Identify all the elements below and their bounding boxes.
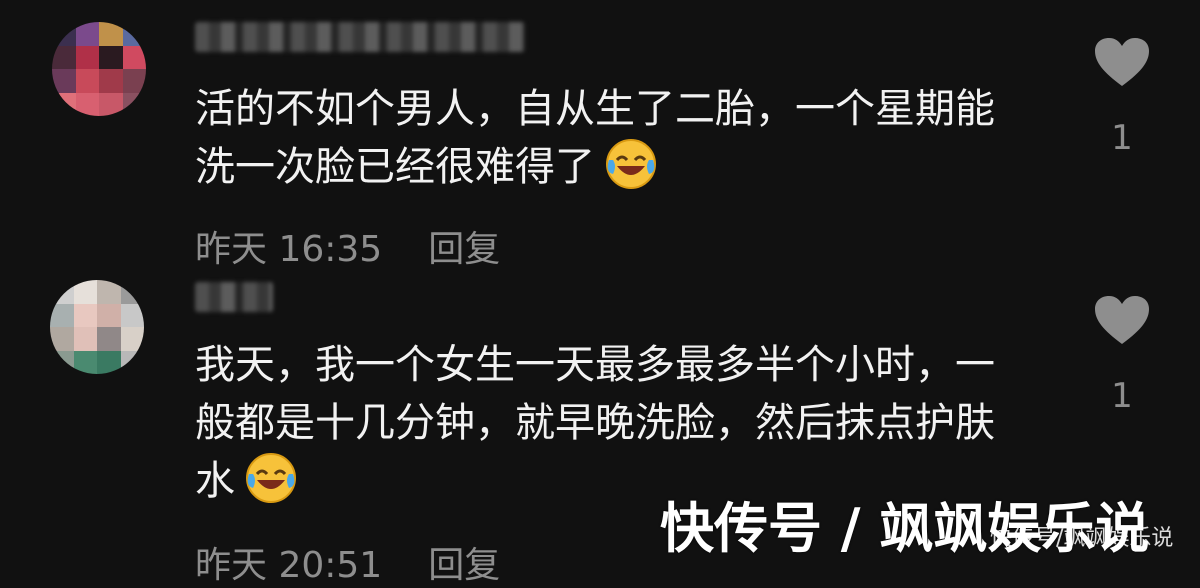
comment-meta: 昨天 16:35 回复 xyxy=(195,220,500,272)
reply-button[interactable]: 回复 xyxy=(428,229,500,270)
laughing-crying-emoji-icon xyxy=(246,453,296,503)
laughing-crying-emoji-icon xyxy=(606,139,656,189)
comment-time: 昨天 20:51 xyxy=(195,545,383,586)
comment-text: 活的不如个男人，自从生了二胎，一个星期能洗一次脸已经很难得了 xyxy=(195,86,995,190)
like-button[interactable]: 1 xyxy=(1092,36,1152,158)
username-blurred[interactable] xyxy=(195,22,525,52)
like-count: 1 xyxy=(1111,376,1133,416)
watermark-small: 快传号/飒飒娱乐说 xyxy=(990,526,1174,551)
username-blurred[interactable] xyxy=(195,282,273,312)
heart-icon[interactable] xyxy=(1093,36,1151,88)
like-button[interactable]: 1 xyxy=(1092,294,1152,416)
reply-button[interactable]: 回复 xyxy=(428,545,500,586)
comment-meta: 昨天 20:51 回复 xyxy=(195,536,500,588)
avatar[interactable] xyxy=(52,22,146,116)
avatar[interactable] xyxy=(50,280,144,374)
comment-item: 活的不如个男人，自从生了二胎，一个星期能洗一次脸已经很难得了 昨天 16:35 回… xyxy=(0,0,1200,270)
like-count: 1 xyxy=(1111,118,1133,158)
comment-time: 昨天 16:35 xyxy=(195,229,383,270)
heart-icon[interactable] xyxy=(1093,294,1151,346)
